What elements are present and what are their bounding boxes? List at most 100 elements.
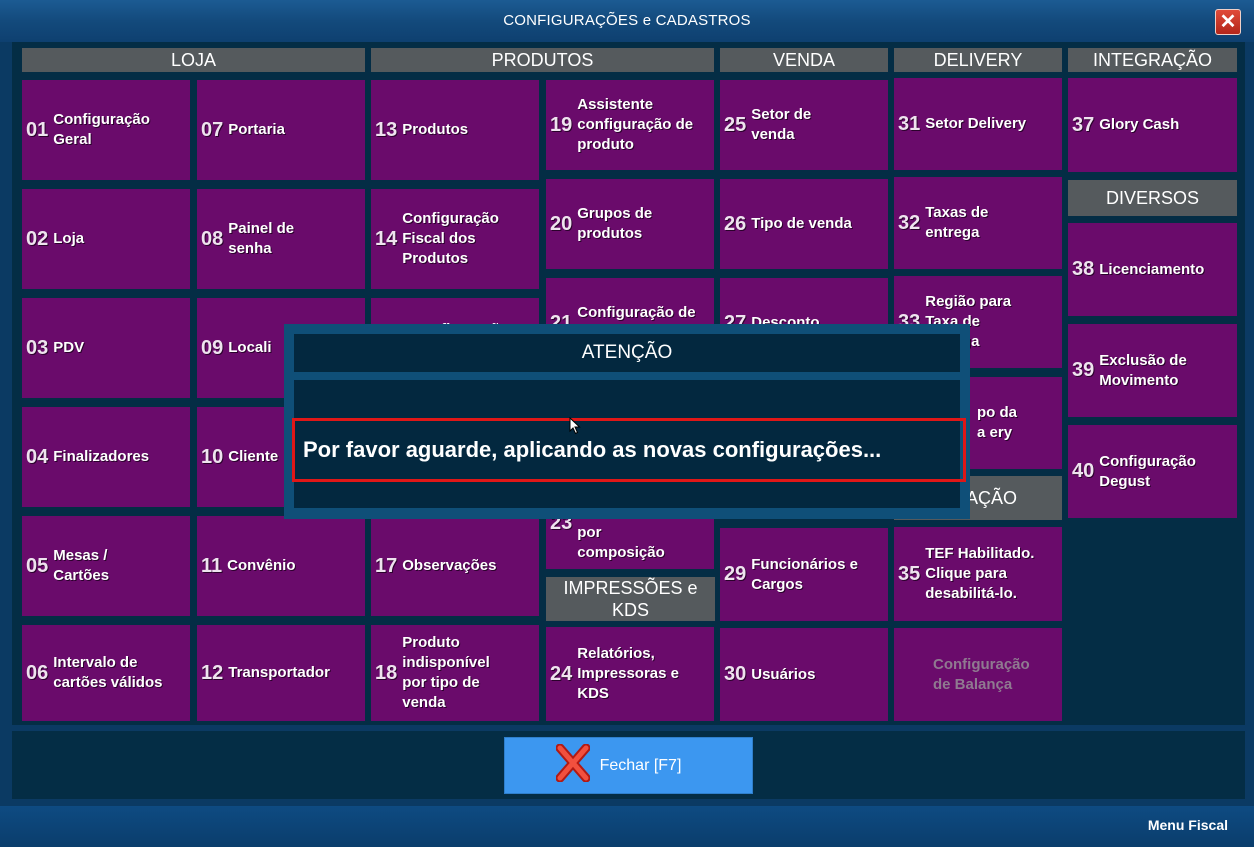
tile-tipo-venda[interactable]: 26 Tipo de venda	[720, 179, 888, 269]
tile-number: 02	[26, 227, 49, 250]
attention-dialog: ATENÇÃO Por favor aguarde, aplicando as …	[284, 324, 970, 519]
tile-label: Transportador	[228, 664, 330, 681]
tile-label: Licenciamento	[1099, 260, 1205, 278]
tile-number: 12	[201, 661, 224, 684]
tile-assistente-config-produto[interactable]: 19 Assistente configuração de produto	[546, 80, 714, 170]
tile-number: 11	[201, 554, 223, 577]
menu-fiscal-link[interactable]: Menu Fiscal	[1148, 817, 1228, 833]
tile-number: 17	[375, 554, 398, 577]
tile-label: Produto indisponível por tipo de venda	[402, 634, 490, 711]
tile-number: 35	[898, 562, 921, 585]
tile-produto-indisponivel[interactable]: 18 Produto indisponível por tipo de venda	[371, 625, 539, 721]
tile-config-fiscal-produtos[interactable]: 14 Configuração Fiscal dos Produtos	[371, 189, 539, 289]
tile-label: Exclusão de Movimento	[1099, 351, 1187, 389]
tile-label: Produtos	[402, 121, 469, 138]
tile-label: Relatórios, Impressoras e KDS	[577, 645, 679, 702]
tile-label: Configuração Fiscal dos Produtos	[402, 210, 499, 267]
tile-observacoes[interactable]: 17 Observações	[371, 516, 539, 616]
tile-label: Configuração Geral	[53, 111, 150, 148]
tile-number: 08	[201, 227, 224, 250]
tile-number: 06	[26, 661, 49, 684]
tile-label: Setor Delivery	[925, 115, 1027, 132]
tile-label: PDV	[53, 339, 85, 356]
tile-label: Locali	[228, 339, 272, 356]
tile-label: Finalizadores	[53, 448, 150, 465]
tile-tef[interactable]: 35 TEF Habilitado. Clique para desabilitá…	[894, 527, 1062, 621]
window-title: CONFIGURAÇÕES e CADASTROS	[503, 12, 751, 29]
tile-label: Configuração de Balança	[933, 655, 1030, 693]
dialog-message: Por favor aguarde, aplicando as novas co…	[292, 418, 966, 482]
tile-number: 18	[375, 661, 398, 684]
tile-label: Portaria	[228, 121, 285, 138]
dialog-title: ATENÇÃO	[294, 334, 960, 372]
tile-label: Assistente configuração de produto	[577, 96, 694, 153]
tile-configuracao-balanca: Configuração de Balança	[894, 628, 1062, 721]
tile-number: 03	[26, 336, 49, 359]
fechar-button[interactable]: Fechar [F7]	[504, 737, 753, 794]
tile-label: Usuários	[751, 665, 816, 683]
tile-transportador[interactable]: 12 Transportador	[197, 625, 365, 721]
tile-label: Cliente	[228, 448, 279, 465]
section-header-delivery: DELIVERY	[894, 48, 1062, 72]
tile-produtos[interactable]: 13 Produtos	[371, 80, 539, 180]
tile-number: 37	[1072, 113, 1095, 136]
tile-label: Funcionários e Cargos	[751, 555, 858, 593]
tile-mesas-cartoes[interactable]: 05 Mesas / Cartões	[22, 516, 190, 616]
tile-number: 26	[724, 212, 747, 235]
tile-grupos-produtos[interactable]: 20 Grupos de produtos	[546, 179, 714, 269]
tile-number: 39	[1072, 359, 1095, 381]
tile-label: Painel de senha	[228, 220, 295, 257]
tile-taxas-entrega[interactable]: 32 Taxas de entrega	[894, 177, 1062, 269]
tile-number: 24	[550, 662, 573, 685]
tile-label: Observações	[402, 557, 497, 574]
tile-label: por composição	[577, 524, 665, 561]
tile-number: 04	[26, 445, 49, 468]
tile-configuracao-degust[interactable]: 40 Configuração Degust	[1068, 425, 1237, 518]
tile-number: 07	[201, 118, 224, 141]
tile-pdv[interactable]: 03 PDV	[22, 298, 190, 398]
tile-label: Setor de venda	[751, 106, 812, 143]
tile-label: Intervalo de cartões válidos	[53, 654, 163, 691]
tile-label: Loja	[53, 230, 85, 247]
tile-licenciamento[interactable]: 38 Licenciamento	[1068, 223, 1237, 316]
fechar-label: Fechar [F7]	[599, 756, 682, 774]
tile-portaria[interactable]: 07 Portaria	[197, 80, 365, 180]
tile-convenio[interactable]: 11 Convênio	[197, 516, 365, 616]
tile-number: 25	[724, 113, 747, 136]
section-header-integracao: INTEGRAÇÃO	[1068, 48, 1237, 72]
close-x-icon	[555, 743, 591, 787]
tile-number: 09	[201, 336, 224, 359]
tile-number: 13	[375, 118, 398, 141]
tile-setor-venda[interactable]: 25 Setor de venda	[720, 80, 888, 170]
tile-usuarios[interactable]: 30 Usuários	[720, 628, 888, 721]
tile-intervalo-cartoes[interactable]: 06 Intervalo de cartões válidos	[22, 625, 190, 721]
title-bar: CONFIGURAÇÕES e CADASTROS ✕	[0, 0, 1254, 42]
tile-number: 38	[1072, 258, 1095, 280]
tile-label: Mesas / Cartões	[53, 547, 110, 584]
tile-number: 10	[201, 445, 224, 468]
tile-painel-senha[interactable]: 08 Painel de senha	[197, 189, 365, 289]
mouse-cursor-icon	[569, 416, 581, 440]
tile-number: 31	[898, 112, 921, 135]
close-button[interactable]: ✕	[1215, 9, 1241, 35]
tile-number: 40	[1072, 460, 1095, 482]
section-header-venda: VENDA	[720, 48, 888, 72]
tile-glory-cash[interactable]: 37 Glory Cash	[1068, 78, 1237, 172]
tile-number: 32	[898, 211, 921, 234]
tile-number: 30	[724, 663, 747, 685]
section-header-produtos: PRODUTOS	[371, 48, 714, 72]
tile-label: TEF Habilitado. Clique para desabilitá-l…	[925, 545, 1035, 602]
tile-label: Taxas de entrega	[925, 204, 989, 241]
tile-number: 29	[724, 563, 747, 585]
tile-label: Configuração Degust	[1099, 452, 1196, 490]
tile-number: 14	[375, 227, 398, 250]
tile-configuracao-geral[interactable]: 01 Configuração Geral	[22, 80, 190, 180]
tile-label: Tipo de venda	[751, 215, 852, 232]
tile-funcionarios-cargos[interactable]: 29 Funcionários e Cargos	[720, 528, 888, 621]
tile-setor-delivery[interactable]: 31 Setor Delivery	[894, 78, 1062, 170]
tile-exclusao-movimento[interactable]: 39 Exclusão de Movimento	[1068, 324, 1237, 417]
tile-loja[interactable]: 02 Loja	[22, 189, 190, 289]
section-header-loja: LOJA	[22, 48, 365, 72]
tile-relatorios-impressoras[interactable]: 24 Relatórios, Impressoras e KDS	[546, 627, 714, 721]
tile-finalizadores[interactable]: 04 Finalizadores	[22, 407, 190, 507]
